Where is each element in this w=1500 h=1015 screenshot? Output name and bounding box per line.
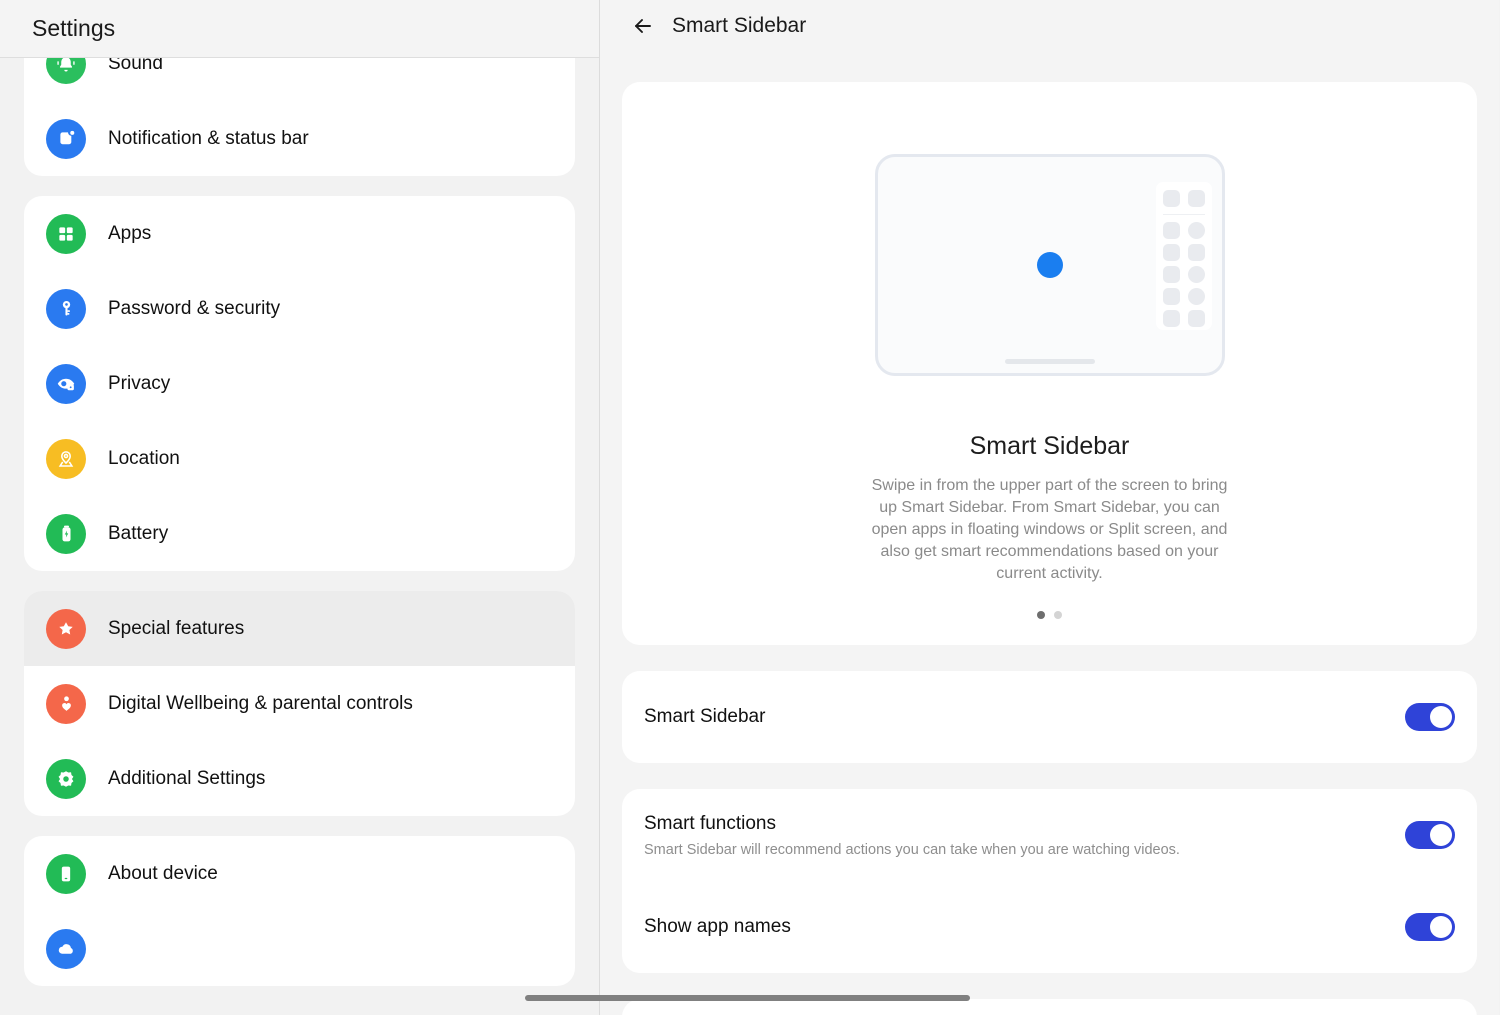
toggle-knob bbox=[1430, 824, 1452, 847]
toggle-show-app-names[interactable] bbox=[1405, 913, 1455, 942]
detail-pane: Smart Sidebar Smart Sidebar Swipe in fro… bbox=[600, 0, 1499, 1015]
hero-title: Smart Sidebar bbox=[969, 432, 1130, 460]
notification-icon bbox=[46, 118, 86, 159]
floating-bar-card: Floating bar bbox=[622, 999, 1477, 1015]
pagination-dots bbox=[622, 611, 1477, 620]
sidebar-panel-illustration bbox=[1155, 182, 1212, 330]
sidebar-item-label: Privacy bbox=[108, 372, 171, 394]
page-title: Settings bbox=[32, 15, 116, 41]
option-row-smart-functions[interactable]: Smart functions Smart Sidebar will recom… bbox=[622, 789, 1477, 881]
panel-row bbox=[1162, 310, 1205, 327]
sidebar-item-additional-settings[interactable]: Additional Settings bbox=[24, 741, 575, 816]
pagination-dot-1[interactable] bbox=[1037, 611, 1045, 620]
toggle-knob bbox=[1430, 706, 1452, 729]
apps-grid-icon bbox=[46, 213, 86, 254]
key-icon bbox=[46, 288, 86, 329]
sidebar-item-digital-wellbeing[interactable]: Digital Wellbeing & parental controls bbox=[24, 666, 575, 741]
eye-lock-icon bbox=[46, 363, 86, 404]
system-home-indicator[interactable] bbox=[525, 995, 970, 1001]
panel-tile bbox=[1187, 310, 1205, 327]
toggle-smart-sidebar[interactable] bbox=[1405, 703, 1455, 732]
option-text: Smart Sidebar bbox=[644, 696, 765, 738]
sidebar-item-privacy[interactable]: Privacy bbox=[24, 346, 575, 421]
detail-header: Smart Sidebar bbox=[600, 0, 1499, 52]
settings-group-3: Special features Digital Wellbeing & par… bbox=[24, 591, 575, 816]
sidebar-item-partial[interactable] bbox=[24, 911, 575, 986]
gear-flower-icon bbox=[46, 758, 86, 799]
panel-tile bbox=[1162, 288, 1180, 305]
battery-bolt-icon bbox=[46, 513, 86, 554]
option-title: Show app names bbox=[644, 916, 791, 938]
panel-tile bbox=[1162, 222, 1180, 239]
panel-row bbox=[1162, 288, 1205, 305]
phone-icon bbox=[46, 853, 86, 894]
settings-group-4: About device bbox=[24, 836, 575, 986]
smart-options-card: Smart functions Smart Sidebar will recom… bbox=[622, 789, 1477, 974]
settings-group-2: Apps Password & security Privacy Locatio… bbox=[24, 196, 575, 571]
settings-screen: Settings Sound Notification & status bar… bbox=[0, 0, 1500, 1015]
panel-tile bbox=[1187, 288, 1205, 305]
sidebar-header: Settings bbox=[0, 0, 599, 58]
tablet-illustration bbox=[874, 154, 1225, 376]
smart-sidebar-toggle-card: Smart Sidebar bbox=[622, 671, 1477, 764]
sidebar-item-label: Password & security bbox=[108, 297, 281, 319]
sidebar-item-apps[interactable]: Apps bbox=[24, 196, 575, 271]
panel-tile bbox=[1187, 190, 1205, 207]
sidebar-item-location[interactable]: Location bbox=[24, 421, 575, 496]
toggle-knob bbox=[1430, 916, 1452, 939]
cloud-icon bbox=[46, 928, 86, 969]
sidebar-item-password-security[interactable]: Password & security bbox=[24, 271, 575, 346]
panel-row bbox=[1162, 222, 1205, 239]
sidebar-item-label: About device bbox=[108, 862, 218, 884]
sidebar-item-label: Location bbox=[108, 447, 180, 469]
toggle-smart-functions[interactable] bbox=[1405, 821, 1455, 850]
option-row-smart-sidebar[interactable]: Smart Sidebar bbox=[622, 671, 1477, 763]
option-title: Smart Sidebar bbox=[644, 706, 766, 728]
pagination-dot-2[interactable] bbox=[1054, 611, 1062, 620]
sidebar-item-label: Apps bbox=[108, 222, 152, 244]
option-title: Smart functions bbox=[644, 812, 776, 834]
sidebar-item-label: Notification & status bar bbox=[108, 127, 309, 149]
star-icon bbox=[46, 608, 86, 649]
panel-row bbox=[1162, 244, 1205, 261]
panel-tile bbox=[1162, 266, 1180, 283]
option-subtitle: Smart Sidebar will recommend actions you… bbox=[644, 841, 1180, 858]
option-row-show-app-names[interactable]: Show app names bbox=[622, 881, 1477, 973]
sidebar-scroll-area[interactable]: Sound Notification & status bar Apps Pas… bbox=[0, 26, 599, 1015]
sidebar-item-special-features[interactable]: Special features bbox=[24, 591, 575, 666]
swipe-dot-indicator bbox=[1036, 252, 1063, 278]
sidebar-item-notification-status-bar[interactable]: Notification & status bar bbox=[24, 101, 575, 176]
option-text: Smart functions Smart Sidebar will recom… bbox=[644, 803, 1180, 868]
option-text: Show app names bbox=[644, 906, 791, 948]
panel-tile bbox=[1162, 244, 1180, 261]
sidebar-item-label: Special features bbox=[108, 617, 245, 639]
detail-title: Smart Sidebar bbox=[672, 14, 807, 37]
sidebar-item-label: Battery bbox=[108, 522, 169, 544]
hero-description: Swipe in from the upper part of the scre… bbox=[871, 477, 1228, 583]
sidebar-item-label: Digital Wellbeing & parental controls bbox=[108, 692, 413, 714]
sidebar-item-about-device[interactable]: About device bbox=[24, 836, 575, 911]
feature-hero-card: Smart Sidebar Swipe in from the upper pa… bbox=[622, 82, 1477, 646]
sidebar-item-battery[interactable]: Battery bbox=[24, 496, 575, 571]
sidebar-item-label: Additional Settings bbox=[108, 767, 266, 789]
panel-row bbox=[1162, 190, 1205, 215]
panel-tile bbox=[1187, 244, 1205, 261]
arrow-left-icon[interactable] bbox=[626, 9, 660, 43]
panel-tile bbox=[1187, 266, 1205, 283]
option-row-floating-bar[interactable]: Floating bar bbox=[622, 999, 1477, 1015]
location-pin-icon bbox=[46, 438, 86, 479]
panel-tile bbox=[1162, 190, 1180, 207]
home-indicator-illustration bbox=[1004, 359, 1095, 364]
panel-tile bbox=[1162, 310, 1180, 327]
person-heart-icon bbox=[46, 683, 86, 724]
settings-sidebar-pane: Settings Sound Notification & status bar… bbox=[0, 0, 600, 1015]
panel-tile bbox=[1187, 222, 1205, 239]
panel-row bbox=[1162, 266, 1205, 283]
detail-scroll-area[interactable]: Smart Sidebar Swipe in from the upper pa… bbox=[600, 52, 1499, 1015]
